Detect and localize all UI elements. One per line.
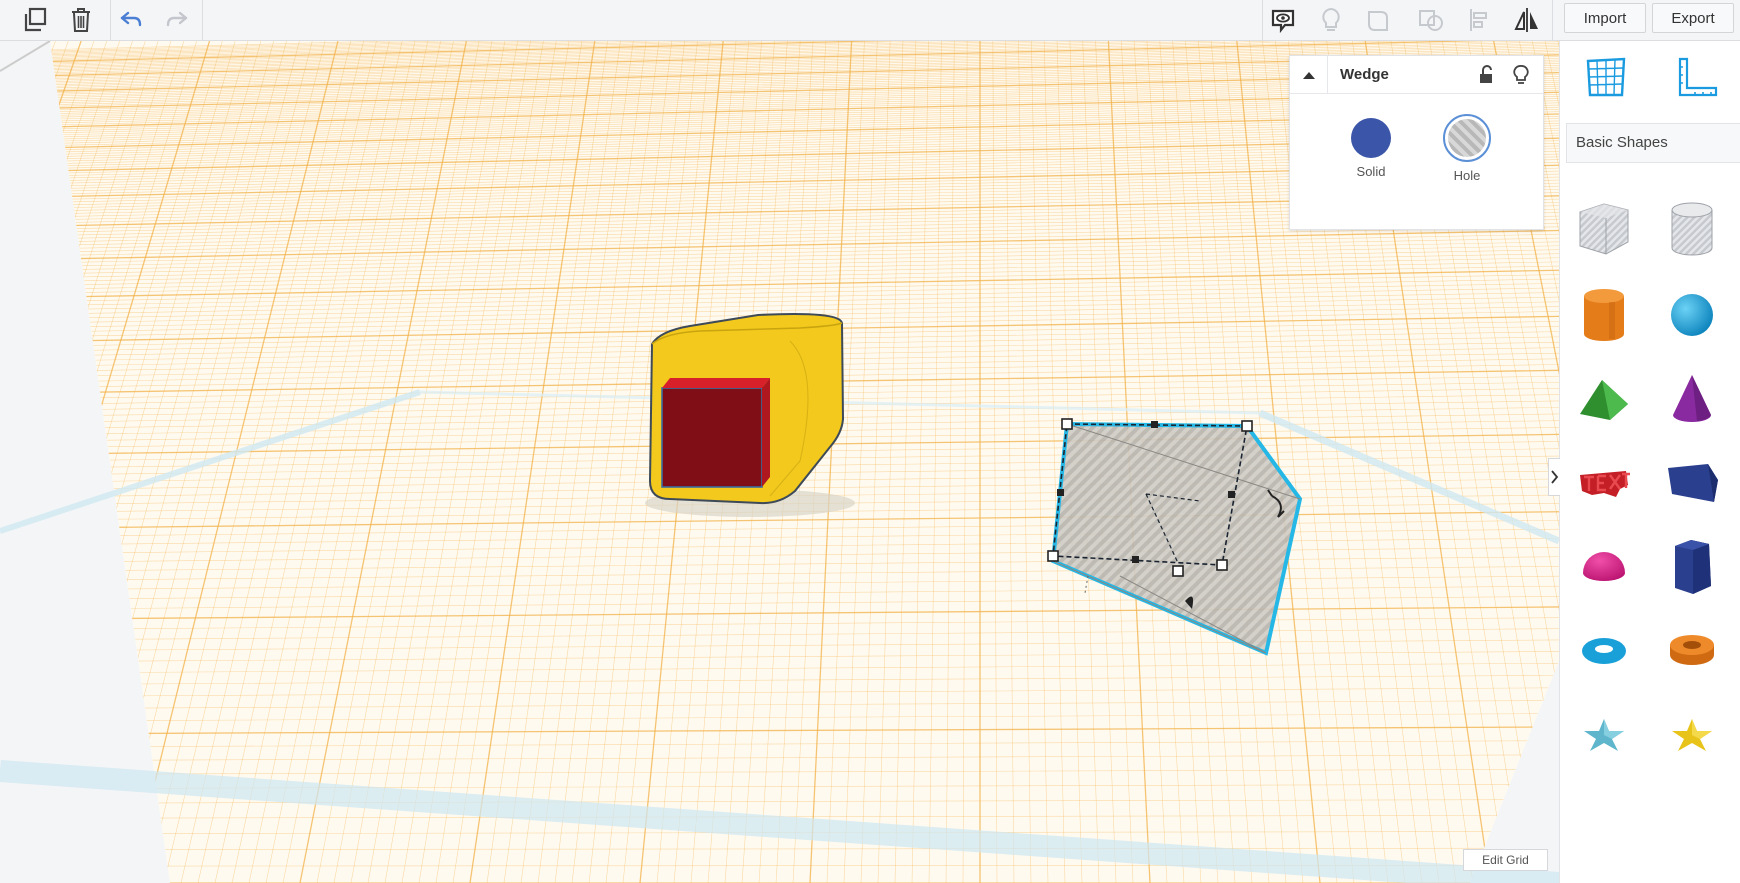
- import-button[interactable]: Import: [1564, 3, 1646, 33]
- lightbulb-icon: [1322, 7, 1340, 31]
- ungroup-button[interactable]: [1410, 0, 1452, 40]
- star-gold-icon: [1672, 719, 1712, 751]
- mirror-icon: [1514, 8, 1538, 32]
- shape-category-select[interactable]: Basic Shapes: [1566, 123, 1740, 163]
- shape-tube[interactable]: [1656, 613, 1728, 689]
- workplane-view-button[interactable]: [1582, 53, 1630, 101]
- star-icon: [1584, 719, 1624, 751]
- notes-button[interactable]: [1262, 0, 1304, 40]
- delete-button[interactable]: [60, 0, 102, 40]
- export-button[interactable]: Export: [1652, 3, 1734, 33]
- top-toolbar: Import Export: [0, 0, 1740, 41]
- trash-icon: [72, 8, 90, 32]
- cylinder-icon: [1584, 289, 1624, 341]
- shape-inspector: Wedge Solid Hole: [1289, 55, 1544, 230]
- shape-cylinder[interactable]: [1568, 277, 1640, 353]
- lock-button[interactable]: [1474, 63, 1498, 87]
- hide-button[interactable]: [1509, 63, 1533, 87]
- shape-torus[interactable]: [1568, 613, 1640, 689]
- shapes-panel: Basic Shapes: [1559, 41, 1740, 883]
- chevron-right-icon: [1550, 470, 1558, 484]
- shape-cylinder-hole[interactable]: [1656, 191, 1728, 267]
- notes-icon: [1271, 9, 1295, 34]
- shape-name[interactable]: Wedge: [1340, 66, 1389, 83]
- hole-swatch[interactable]: [1443, 114, 1491, 162]
- unlock-icon: [1480, 65, 1492, 83]
- solid-color-swatch[interactable]: [1351, 118, 1391, 158]
- roof-icon: [1580, 380, 1628, 420]
- redo-icon: [166, 11, 188, 27]
- shape-roof[interactable]: [1568, 361, 1640, 437]
- hole-label: Hole: [1453, 168, 1481, 183]
- solid-option[interactable]: Solid: [1336, 118, 1406, 179]
- box-hole-icon: [1579, 203, 1629, 255]
- copy-icon: [24, 7, 47, 32]
- polygon-icon: [1675, 540, 1711, 594]
- edit-grid-button[interactable]: Edit Grid: [1463, 849, 1548, 871]
- workplane-grid-icon: [1586, 57, 1626, 97]
- align-icon: [1470, 9, 1487, 31]
- tube-icon: [1670, 635, 1714, 665]
- solid-label: Solid: [1356, 164, 1386, 179]
- cone-icon: [1673, 375, 1711, 422]
- group-icon: [1368, 11, 1388, 31]
- group-button[interactable]: [1358, 0, 1400, 40]
- ruler-button[interactable]: [1672, 53, 1720, 101]
- lightbulb-icon: [1513, 65, 1529, 84]
- shape-text[interactable]: [1568, 445, 1640, 521]
- caret-up-icon: [1302, 72, 1315, 79]
- shape-sphere[interactable]: [1656, 277, 1728, 353]
- shape-wedge[interactable]: [1656, 445, 1728, 521]
- panel-toggle-button[interactable]: [1548, 458, 1560, 496]
- wedge-icon: [1668, 464, 1718, 502]
- sphere-icon: [1671, 294, 1713, 336]
- shape-cone[interactable]: [1656, 361, 1728, 437]
- ruler-icon: [1678, 57, 1718, 97]
- half-sphere-icon: [1583, 552, 1625, 581]
- shape-half-sphere[interactable]: [1568, 529, 1640, 605]
- align-button[interactable]: [1458, 0, 1500, 40]
- shape-polygon[interactable]: [1656, 529, 1728, 605]
- show-all-button[interactable]: [1310, 0, 1352, 40]
- torus-icon: [1582, 638, 1626, 664]
- tinkercad-app: Import Export Wedge Solid Hole Edit Grid…: [0, 0, 1740, 883]
- inspector-header: Wedge: [1290, 56, 1543, 94]
- copy-button[interactable]: [14, 0, 56, 40]
- redo-button[interactable]: [156, 0, 198, 40]
- shape-star-gold[interactable]: [1656, 697, 1728, 773]
- text-shape-icon: [1580, 471, 1630, 497]
- undo-button[interactable]: [110, 0, 152, 40]
- shape-box-hole[interactable]: [1568, 191, 1640, 267]
- hole-option[interactable]: Hole: [1432, 114, 1502, 183]
- mirror-button[interactable]: [1506, 0, 1548, 40]
- undo-icon: [120, 11, 142, 27]
- shape-star[interactable]: [1568, 697, 1640, 773]
- inspector-collapse-button[interactable]: [1290, 56, 1328, 94]
- cylinder-hole-icon: [1671, 202, 1713, 256]
- ungroup-icon: [1419, 10, 1443, 31]
